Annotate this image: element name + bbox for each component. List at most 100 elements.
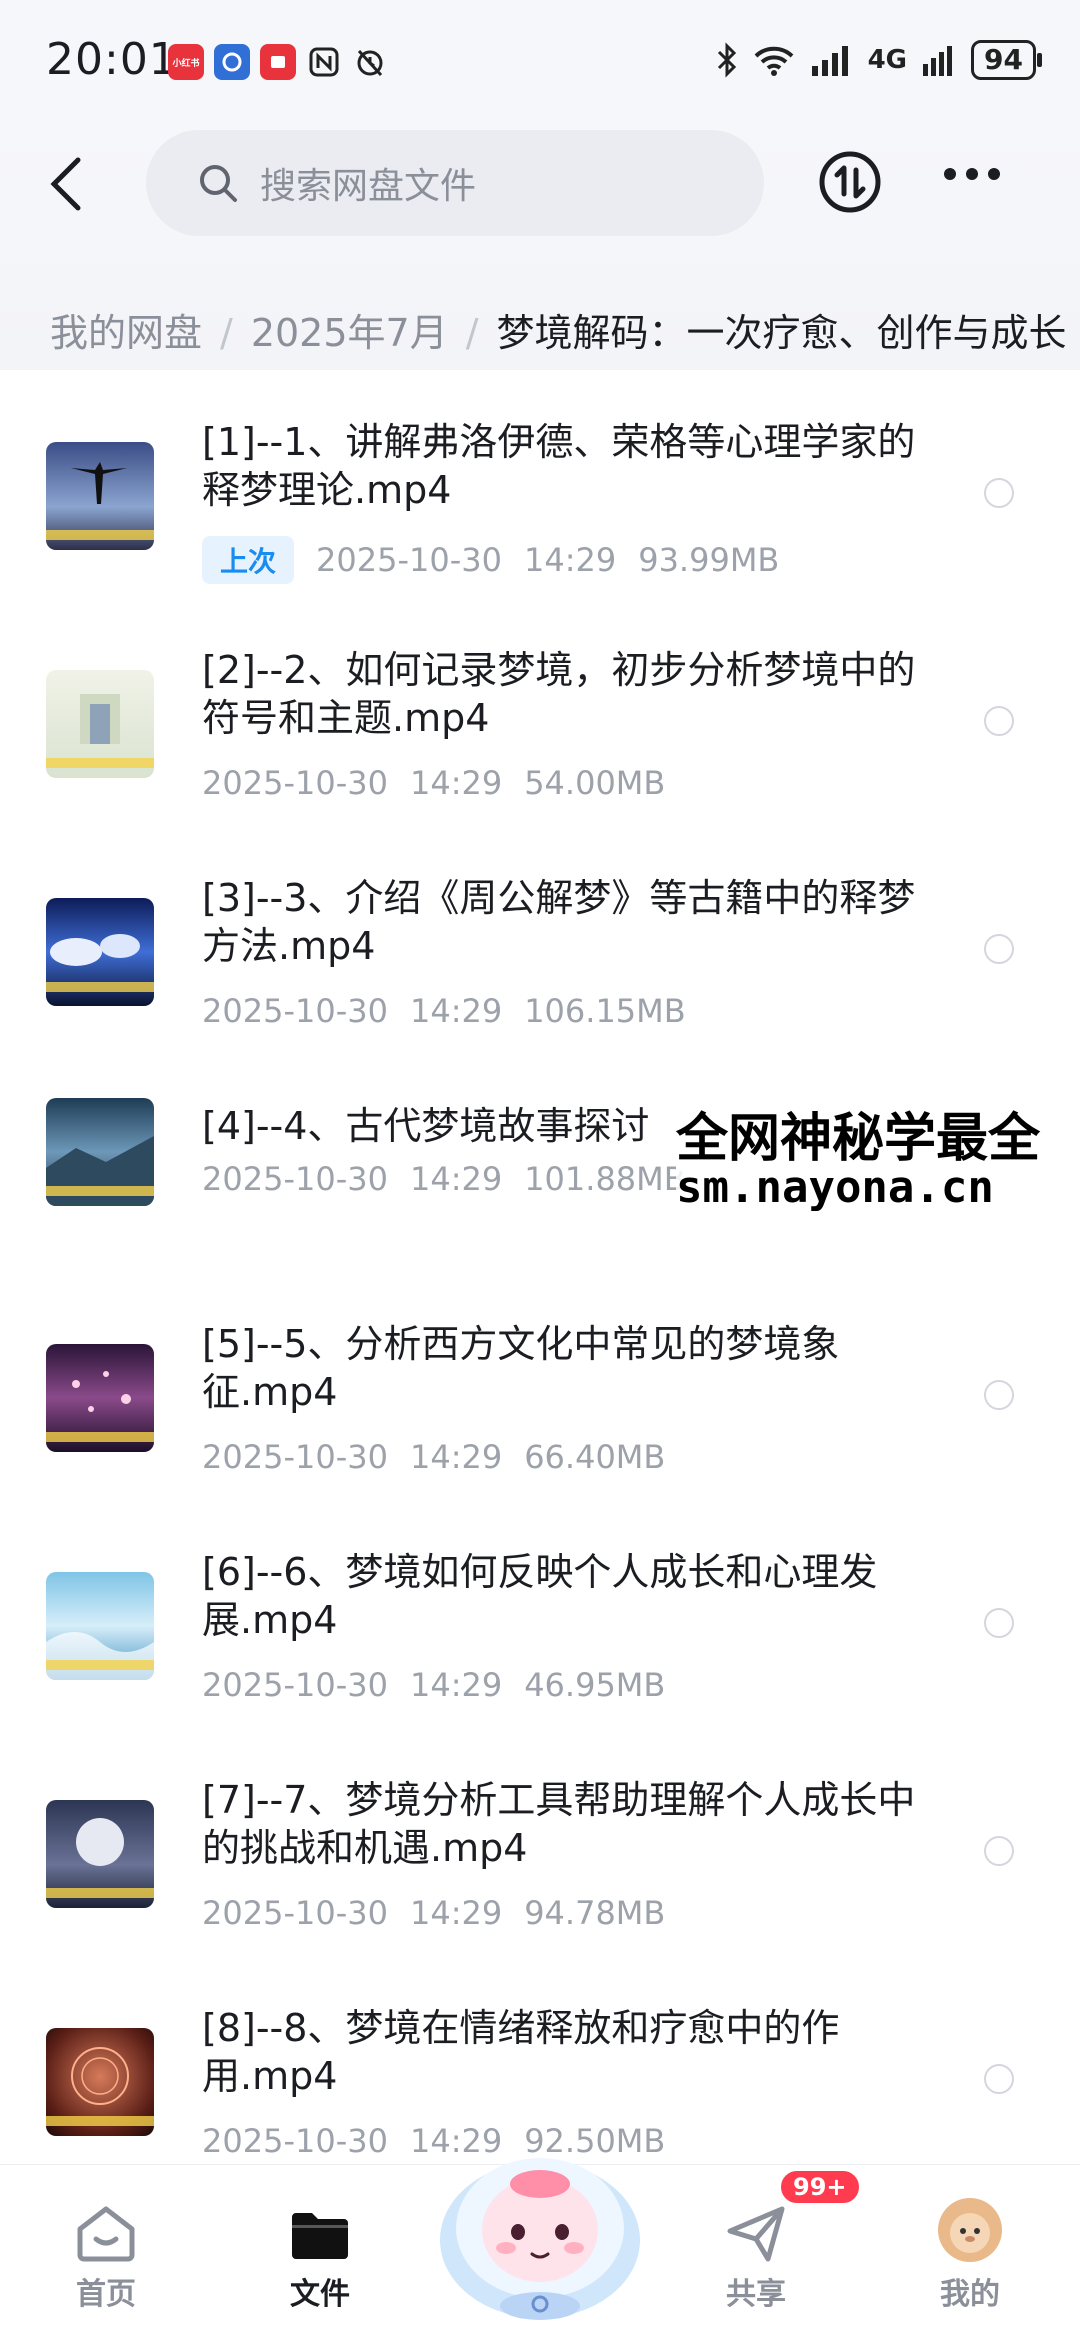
- file-row[interactable]: [6]--6、梦境如何反映个人成长和心理发展.mp4 2025-10-30 14…: [0, 1534, 1080, 1762]
- file-meta: 2025-10-30 14:29 46.95MB: [202, 1666, 687, 1704]
- signal-icon-2: [923, 46, 953, 76]
- app-icon: [214, 44, 250, 80]
- file-size: 94.78MB: [524, 1894, 666, 1932]
- chevron-left-icon: [50, 157, 81, 211]
- file-title: [6]--6、梦境如何反映个人成长和心理发展.mp4: [202, 1550, 878, 1642]
- video-thumbnail: [46, 670, 154, 778]
- search-icon: [200, 165, 237, 202]
- file-meta: 2025-10-30 14:29 94.78MB: [202, 1894, 687, 1932]
- tab-share[interactable]: 共享: [686, 2193, 826, 2313]
- tab-label: 我的: [940, 2277, 1000, 2312]
- file-row[interactable]: [3]--3、介绍《周公解梦》等古籍中的释梦方法.mp4 2025-10-30 …: [0, 850, 1080, 1078]
- file-size: 106.15MB: [524, 992, 686, 1030]
- nfc-icon: [306, 44, 342, 80]
- file-title: [5]--5、分析西方文化中常见的梦境象征.mp4: [202, 1322, 840, 1414]
- video-thumbnail: [46, 898, 154, 1006]
- tab-files[interactable]: 文件: [250, 2193, 390, 2313]
- tab-label: 文件: [290, 2277, 350, 2312]
- breadcrumb: 我的网盘/2025年7月 / 梦境解码：一次疗愈、创作与成长: [50, 311, 1067, 355]
- folder-icon: [292, 2213, 348, 2259]
- search-placeholder: 搜索网盘文件: [260, 166, 477, 207]
- file-date: 2025-10-30: [202, 1438, 388, 1476]
- file-title: [8]--8、梦境在情绪释放和疗愈中的作用.mp4: [202, 2006, 840, 2098]
- watermark-url: sm.nayona.cn: [676, 1162, 994, 1213]
- video-thumbnail: [46, 1800, 154, 1908]
- tab-home[interactable]: 首页: [36, 2193, 176, 2313]
- tab-label: 共享: [726, 2277, 786, 2312]
- video-thumbnail: [46, 442, 154, 550]
- watermark-text: 全网神秘学最全: [676, 1096, 1041, 1171]
- file-title: [1]--1、讲解弗洛伊德、荣格等心理学家的释梦理论.mp4: [202, 420, 916, 512]
- notification-icons: 小红书: [168, 44, 388, 80]
- select-checkbox[interactable]: [984, 1836, 1014, 1866]
- home-icon: [77, 2206, 135, 2262]
- select-checkbox[interactable]: [984, 1608, 1014, 1638]
- status-bar: 20:01 小红书 4G 94: [0, 0, 1080, 120]
- alarm-icon: [352, 44, 388, 80]
- more-button[interactable]: [944, 168, 1000, 180]
- breadcrumb-item[interactable]: 我的网盘: [50, 311, 202, 355]
- select-checkbox[interactable]: [984, 2064, 1014, 2094]
- file-meta: 2025-10-30 14:29 106.15MB: [202, 992, 708, 1030]
- file-time: 14:29: [523, 541, 617, 579]
- file-meta: 上次 2025-10-30 14:29 93.99MB: [202, 536, 801, 584]
- file-title: [7]--7、梦境分析工具帮助理解个人成长中的挑战和机遇.mp4: [202, 1778, 916, 1870]
- file-time: 14:29: [409, 1894, 503, 1932]
- app-icon: [260, 44, 296, 80]
- file-date: 2025-10-30: [316, 541, 502, 579]
- select-checkbox[interactable]: [984, 934, 1014, 964]
- tab-me[interactable]: 我的: [900, 2193, 1040, 2313]
- file-time: 14:29: [409, 1438, 503, 1476]
- file-row[interactable]: [1]--1、讲解弗洛伊德、荣格等心理学家的释梦理论.mp4 上次 2025-1…: [0, 394, 1080, 622]
- file-date: 2025-10-30: [202, 992, 388, 1030]
- network-type: 4G: [867, 45, 908, 75]
- file-size: 93.99MB: [638, 541, 780, 579]
- select-checkbox[interactable]: [984, 706, 1014, 736]
- xiaohongshu-icon: 小红书: [168, 44, 204, 80]
- file-meta: 2025-10-30 14:29 66.40MB: [202, 1438, 687, 1476]
- ai-assistant-mascot-icon[interactable]: [434, 2110, 646, 2324]
- breadcrumb-current: 梦境解码：一次疗愈、创作与成长: [496, 311, 1067, 355]
- transfer-icon[interactable]: [818, 150, 882, 214]
- system-indicators: 4G 94: [716, 40, 1042, 80]
- tab-label: 首页: [76, 2277, 136, 2312]
- send-icon: [727, 2206, 785, 2262]
- file-row[interactable]: [7]--7、梦境分析工具帮助理解个人成长中的挑战和机遇.mp4 2025-10…: [0, 1762, 1080, 1990]
- video-thumbnail: [46, 1572, 154, 1680]
- file-row[interactable]: [5]--5、分析西方文化中常见的梦境象征.mp4 2025-10-30 14:…: [0, 1306, 1080, 1534]
- file-row[interactable]: [2]--2、如何记录梦境，初步分析梦境中的符号和主题.mp4 2025-10-…: [0, 622, 1080, 850]
- file-date: 2025-10-30: [202, 1894, 388, 1932]
- bluetooth-icon: [717, 42, 736, 78]
- file-meta: 2025-10-30 14:29 101.88MB: [202, 1160, 708, 1198]
- search-input[interactable]: 搜索网盘文件: [146, 130, 764, 236]
- signal-icon: [811, 46, 848, 76]
- file-list: [1]--1、讲解弗洛伊德、荣格等心理学家的释梦理论.mp4 上次 2025-1…: [0, 394, 1080, 2164]
- file-time: 14:29: [409, 764, 503, 802]
- file-date: 2025-10-30: [202, 1666, 388, 1704]
- select-checkbox[interactable]: [984, 478, 1014, 508]
- battery-indicator: 94: [971, 40, 1042, 80]
- file-size: 46.95MB: [524, 1666, 666, 1704]
- select-checkbox[interactable]: [984, 1380, 1014, 1410]
- video-thumbnail: [46, 1344, 154, 1452]
- status-time: 20:01: [46, 34, 178, 85]
- video-thumbnail: [46, 2028, 154, 2136]
- back-button[interactable]: [40, 144, 90, 224]
- file-meta: 2025-10-30 14:29 54.00MB: [202, 764, 687, 802]
- file-title: [3]--3、介绍《周公解梦》等古籍中的释梦方法.mp4: [202, 876, 916, 968]
- file-time: 14:29: [409, 992, 503, 1030]
- breadcrumb-item[interactable]: 2025年7月: [251, 311, 448, 355]
- file-size: 101.88MB: [524, 1160, 686, 1198]
- file-date: 2025-10-30: [202, 764, 388, 802]
- file-time: 14:29: [409, 1160, 503, 1198]
- wifi-icon: [754, 46, 793, 76]
- last-viewed-badge: 上次: [202, 536, 295, 584]
- video-thumbnail: [46, 1098, 154, 1206]
- file-date: 2025-10-30: [202, 1160, 388, 1198]
- avatar: [938, 2198, 1002, 2262]
- file-title: [2]--2、如何记录梦境，初步分析梦境中的符号和主题.mp4: [202, 648, 916, 740]
- header: 搜索网盘文件 我的网盘/2025年7月 / 梦境解码：一次疗愈、创作与成长: [0, 120, 1080, 370]
- file-date: 2025-10-30: [202, 2122, 388, 2160]
- share-notification-badge: 99+: [778, 2168, 862, 2206]
- file-size: 66.40MB: [524, 1438, 666, 1476]
